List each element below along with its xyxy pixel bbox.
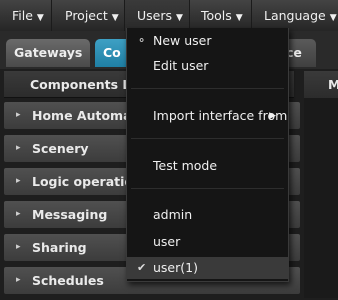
- tab-gateways[interactable]: Gateways: [6, 39, 90, 67]
- user-icon: ⚬: [137, 34, 147, 47]
- menu-item-import-interface[interactable]: Import interface from ▶: [127, 105, 288, 127]
- users-dropdown-menu: ⚬ New user Edit user Import interface fr…: [126, 28, 289, 282]
- chevron-right-icon: ▸: [16, 176, 21, 186]
- chevron-down-icon: ▼: [176, 13, 183, 23]
- menu-item-user-user[interactable]: user: [127, 231, 288, 253]
- menu-item-user-user1[interactable]: ✔ user(1): [127, 257, 288, 279]
- menu-item-user-admin[interactable]: admin: [127, 204, 288, 226]
- right-panel: [304, 98, 338, 298]
- chevron-right-icon: ▸: [16, 242, 21, 252]
- menu-separator: [131, 88, 284, 89]
- chevron-down-icon: ▼: [329, 13, 337, 23]
- chevron-right-icon: ▸: [16, 209, 21, 219]
- chevron-right-icon: ▸: [16, 275, 21, 285]
- chevron-right-icon: ▸: [16, 110, 21, 120]
- menu-project[interactable]: Project ▼: [52, 0, 125, 31]
- menu-item-test-mode[interactable]: Test mode: [127, 155, 288, 177]
- menu-language[interactable]: Language ▼: [252, 0, 338, 31]
- menu-item-edit-user[interactable]: Edit user: [127, 55, 288, 77]
- menu-tools[interactable]: Tools ▼: [190, 0, 252, 31]
- right-panel-header: M: [304, 71, 338, 98]
- chevron-down-icon: ▼: [111, 13, 119, 23]
- menu-separator: [131, 188, 284, 189]
- submenu-arrow-icon: ▶: [269, 111, 276, 121]
- chevron-down-icon: ▼: [36, 13, 44, 23]
- menu-users[interactable]: Users ▼: [125, 0, 190, 31]
- check-icon: ✔: [137, 261, 147, 274]
- chevron-right-icon: ▸: [16, 143, 21, 153]
- menu-separator: [131, 138, 284, 139]
- chevron-down-icon: ▼: [235, 13, 243, 23]
- menu-file[interactable]: File ▼: [0, 0, 52, 31]
- menu-item-new-user[interactable]: ⚬ New user: [127, 30, 288, 52]
